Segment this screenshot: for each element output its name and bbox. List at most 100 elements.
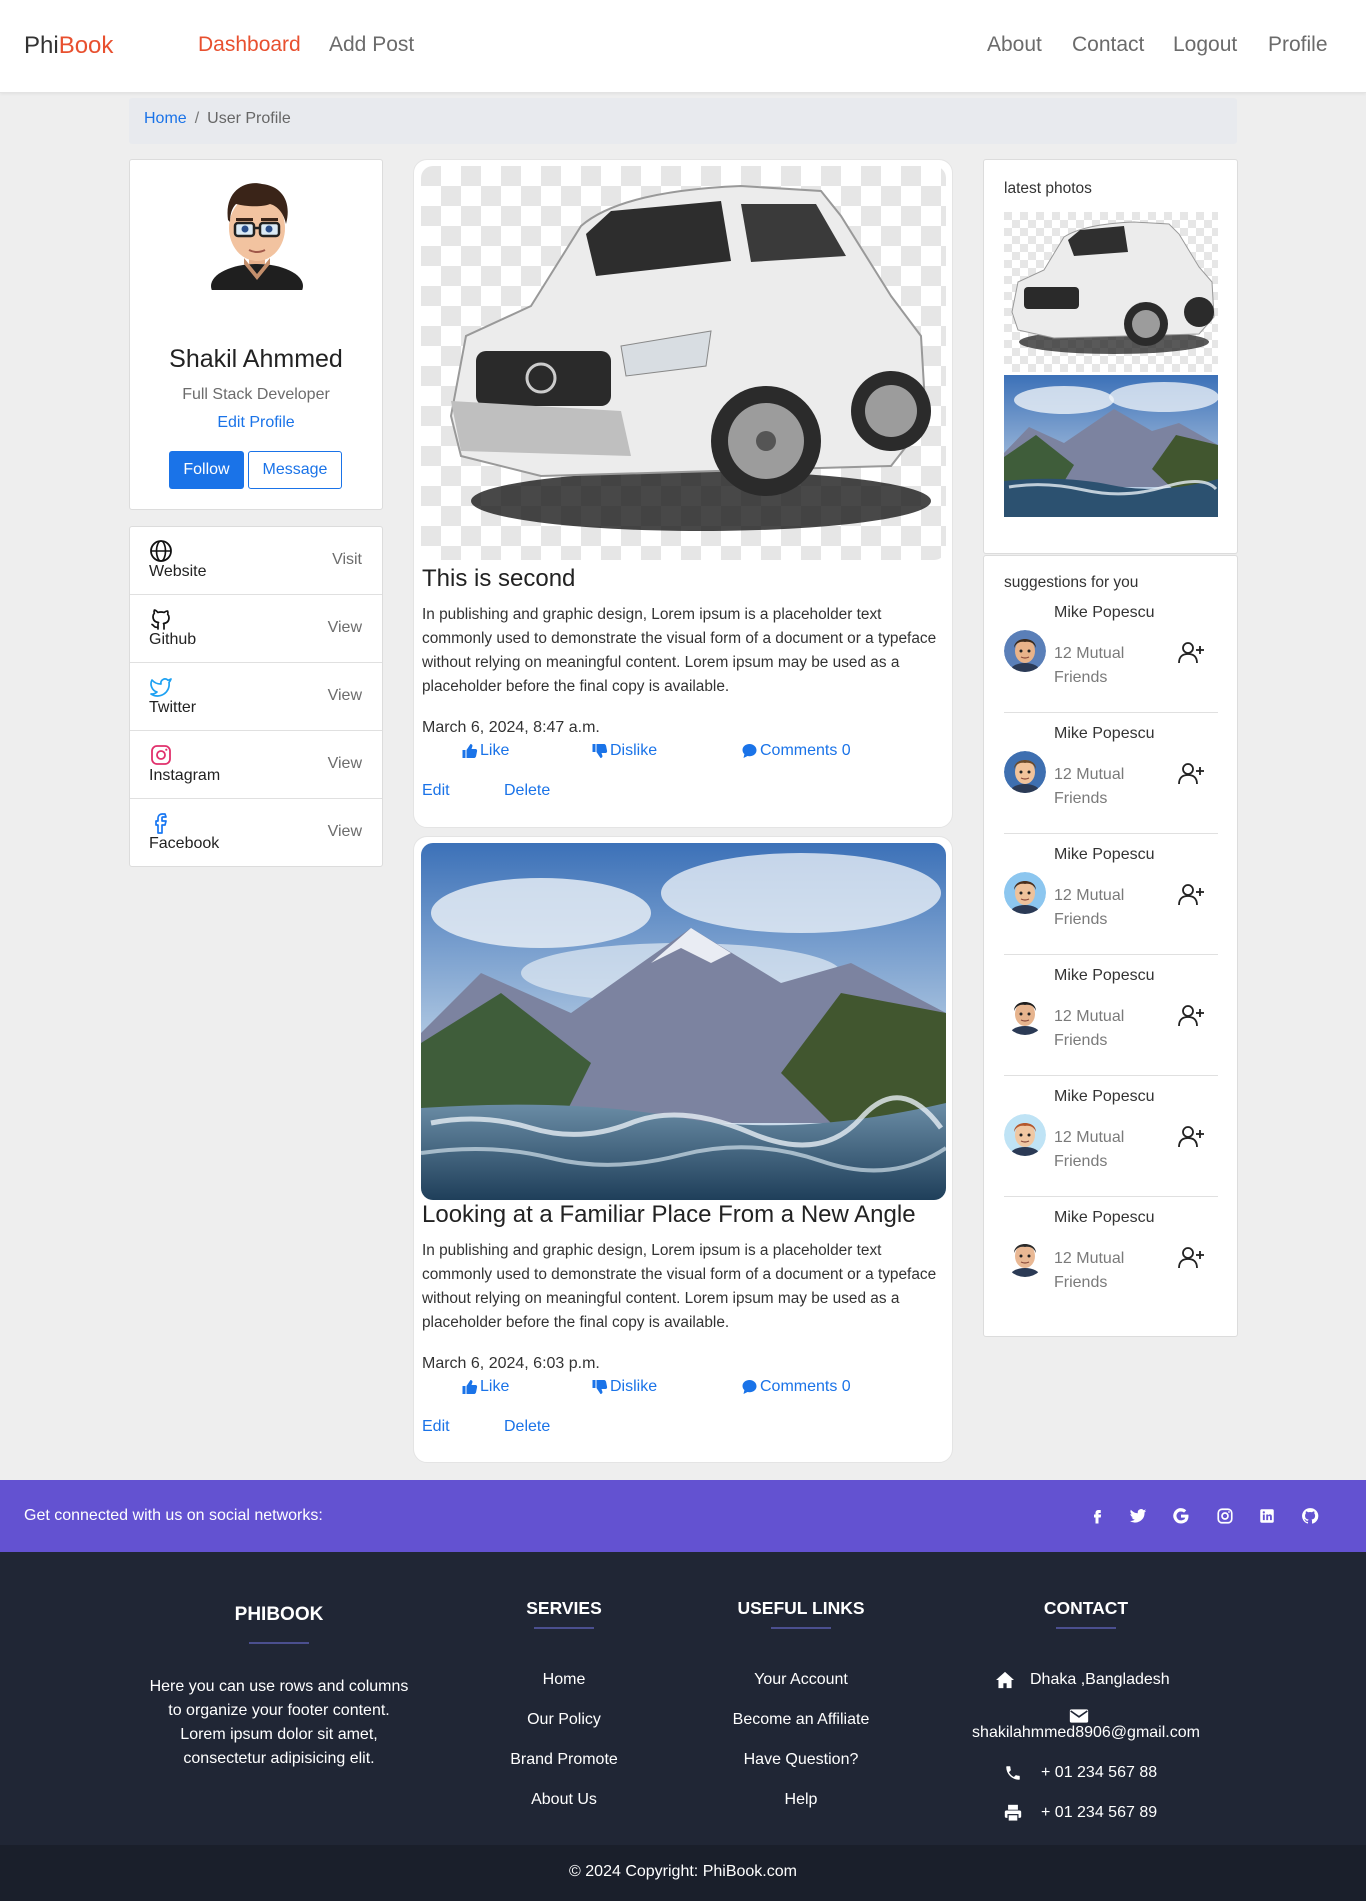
link-action[interactable]: View (328, 687, 362, 705)
nav-logout[interactable]: Logout (1173, 33, 1237, 57)
nav-profile[interactable]: Profile (1268, 33, 1328, 57)
github-icon[interactable] (1301, 1507, 1319, 1525)
suggestion-item: Mike Popescu 12 Mutual Friends (1004, 955, 1218, 1076)
link-label: Github (149, 631, 197, 648)
suggestion-avatar[interactable] (1004, 751, 1046, 793)
like-button[interactable]: Like (461, 1378, 509, 1396)
link-action[interactable]: View (328, 823, 362, 841)
mountain-image (421, 843, 946, 1200)
post-card: Looking at a Familiar Place From a New A… (413, 836, 953, 1463)
dislike-button[interactable]: Dislike (591, 1378, 657, 1396)
suggestion-name[interactable]: Mike Popescu (1054, 1088, 1155, 1106)
suggestion-mutual: 12 Mutual Friends (1054, 766, 1125, 807)
instagram-icon[interactable] (1216, 1507, 1234, 1525)
comments-button[interactable]: Comments 0 (741, 1378, 851, 1396)
add-friend-icon[interactable] (1178, 1124, 1205, 1149)
edit-post-link[interactable]: Edit (422, 1418, 450, 1436)
twitter-icon[interactable] (1129, 1507, 1147, 1525)
facebook-icon[interactable] (1088, 1507, 1106, 1525)
suggestion-name[interactable]: Mike Popescu (1054, 1209, 1155, 1227)
post-body: In publishing and graphic design, Lorem … (422, 606, 937, 695)
post-title: Looking at a Familiar Place From a New A… (422, 1201, 916, 1228)
suggestion-avatar[interactable] (1004, 1114, 1046, 1156)
link-row-github[interactable]: Github View (130, 595, 382, 663)
link-action[interactable]: Visit (332, 551, 362, 569)
suggestion-mutual: 12 Mutual Friends (1054, 645, 1125, 686)
suggestion-name[interactable]: Mike Popescu (1054, 604, 1155, 622)
comment-icon (742, 1380, 757, 1394)
edit-post-link[interactable]: Edit (422, 782, 450, 800)
suggestion-mutual: 12 Mutual Friends (1054, 1129, 1125, 1170)
footer-link-home[interactable]: Home (464, 1671, 664, 1689)
message-button[interactable]: Message (248, 451, 342, 489)
footer-email[interactable]: shakilahmmed8906@gmail.com (961, 1724, 1211, 1742)
thumbs-down-icon (592, 1380, 608, 1394)
suggestion-avatar[interactable] (1004, 1235, 1046, 1277)
like-button[interactable]: Like (461, 742, 509, 760)
delete-post-link[interactable]: Delete (504, 782, 550, 800)
post-date: March 6, 2024, 6:03 p.m. (422, 1355, 600, 1372)
footer-link-brand-promote[interactable]: Brand Promote (464, 1751, 664, 1769)
comments-label: Comments 0 (760, 742, 851, 759)
nav-contact[interactable]: Contact (1072, 33, 1144, 57)
linkedin-icon[interactable] (1258, 1507, 1276, 1525)
add-friend-icon[interactable] (1178, 1245, 1205, 1270)
suggestion-name[interactable]: Mike Popescu (1054, 967, 1155, 985)
breadcrumb-home[interactable]: Home (144, 110, 187, 127)
envelope-icon (1069, 1709, 1089, 1723)
link-row-facebook[interactable]: Facebook View (130, 799, 382, 867)
link-label: Instagram (149, 767, 221, 784)
footer-link-policy[interactable]: Our Policy (464, 1711, 664, 1729)
footer-link-help[interactable]: Help (681, 1791, 921, 1809)
thumbs-up-icon (462, 1380, 478, 1394)
suggestion-avatar[interactable] (1004, 630, 1046, 672)
photo-thumb-car[interactable] (1004, 212, 1218, 372)
suggestion-avatar[interactable] (1004, 993, 1046, 1035)
add-friend-icon[interactable] (1178, 640, 1205, 665)
link-action[interactable]: View (328, 755, 362, 773)
delete-post-link[interactable]: Delete (504, 1418, 550, 1436)
car-image (421, 166, 946, 560)
footer-fax: + 01 234 567 89 (1041, 1804, 1158, 1821)
nav-dashboard[interactable]: Dashboard (198, 33, 301, 57)
comments-button[interactable]: Comments 0 (741, 742, 851, 760)
add-friend-icon[interactable] (1178, 761, 1205, 786)
link-label: Twitter (149, 699, 197, 716)
nav-about[interactable]: About (987, 33, 1042, 57)
suggestion-mutual: 12 Mutual Friends (1054, 1008, 1125, 1049)
brand-book: Book (58, 32, 114, 59)
add-friend-icon[interactable] (1178, 882, 1205, 907)
home-icon (996, 1671, 1014, 1689)
suggestion-name[interactable]: Mike Popescu (1054, 725, 1155, 743)
link-row-website[interactable]: Website Visit (130, 527, 382, 595)
post-image[interactable] (421, 166, 946, 560)
dislike-button[interactable]: Dislike (591, 742, 657, 760)
breadcrumb: Home / User Profile (129, 98, 1237, 144)
suggestion-mutual: 12 Mutual Friends (1054, 887, 1125, 928)
suggestion-name[interactable]: Mike Popescu (1054, 846, 1155, 864)
footer-divider (1056, 1627, 1116, 1629)
suggestions-card: suggestions for you Mike Popescu 12 Mutua… (983, 555, 1238, 1337)
footer-link-affiliate[interactable]: Become an Affiliate (681, 1711, 921, 1729)
link-row-twitter[interactable]: Twitter View (130, 663, 382, 731)
footer-services-title: SERVIES (526, 1598, 602, 1618)
footer-link-question[interactable]: Have Question? (681, 1751, 921, 1769)
footer-link-about-us[interactable]: About Us (464, 1791, 664, 1809)
photo-thumb-mountain[interactable] (1004, 375, 1218, 517)
latest-photos-card: latest photos (983, 159, 1238, 554)
phone-icon (1006, 1766, 1020, 1780)
nav-add-post[interactable]: Add Post (329, 33, 414, 57)
follow-button[interactable]: Follow (169, 451, 244, 489)
add-friend-icon[interactable] (1178, 1003, 1205, 1028)
thumbs-up-icon (462, 744, 478, 758)
post-date: March 6, 2024, 8:47 a.m. (422, 719, 600, 736)
suggestion-avatar[interactable] (1004, 872, 1046, 914)
dislike-label: Dislike (610, 1378, 658, 1395)
post-image[interactable] (421, 843, 946, 1200)
footer-link-account[interactable]: Your Account (681, 1671, 921, 1689)
edit-profile-link[interactable]: Edit Profile (130, 414, 382, 432)
link-row-instagram[interactable]: Instagram View (130, 731, 382, 799)
link-action[interactable]: View (328, 619, 362, 637)
google-icon[interactable] (1172, 1507, 1190, 1525)
brand-logo[interactable]: PhiBook (24, 32, 113, 60)
